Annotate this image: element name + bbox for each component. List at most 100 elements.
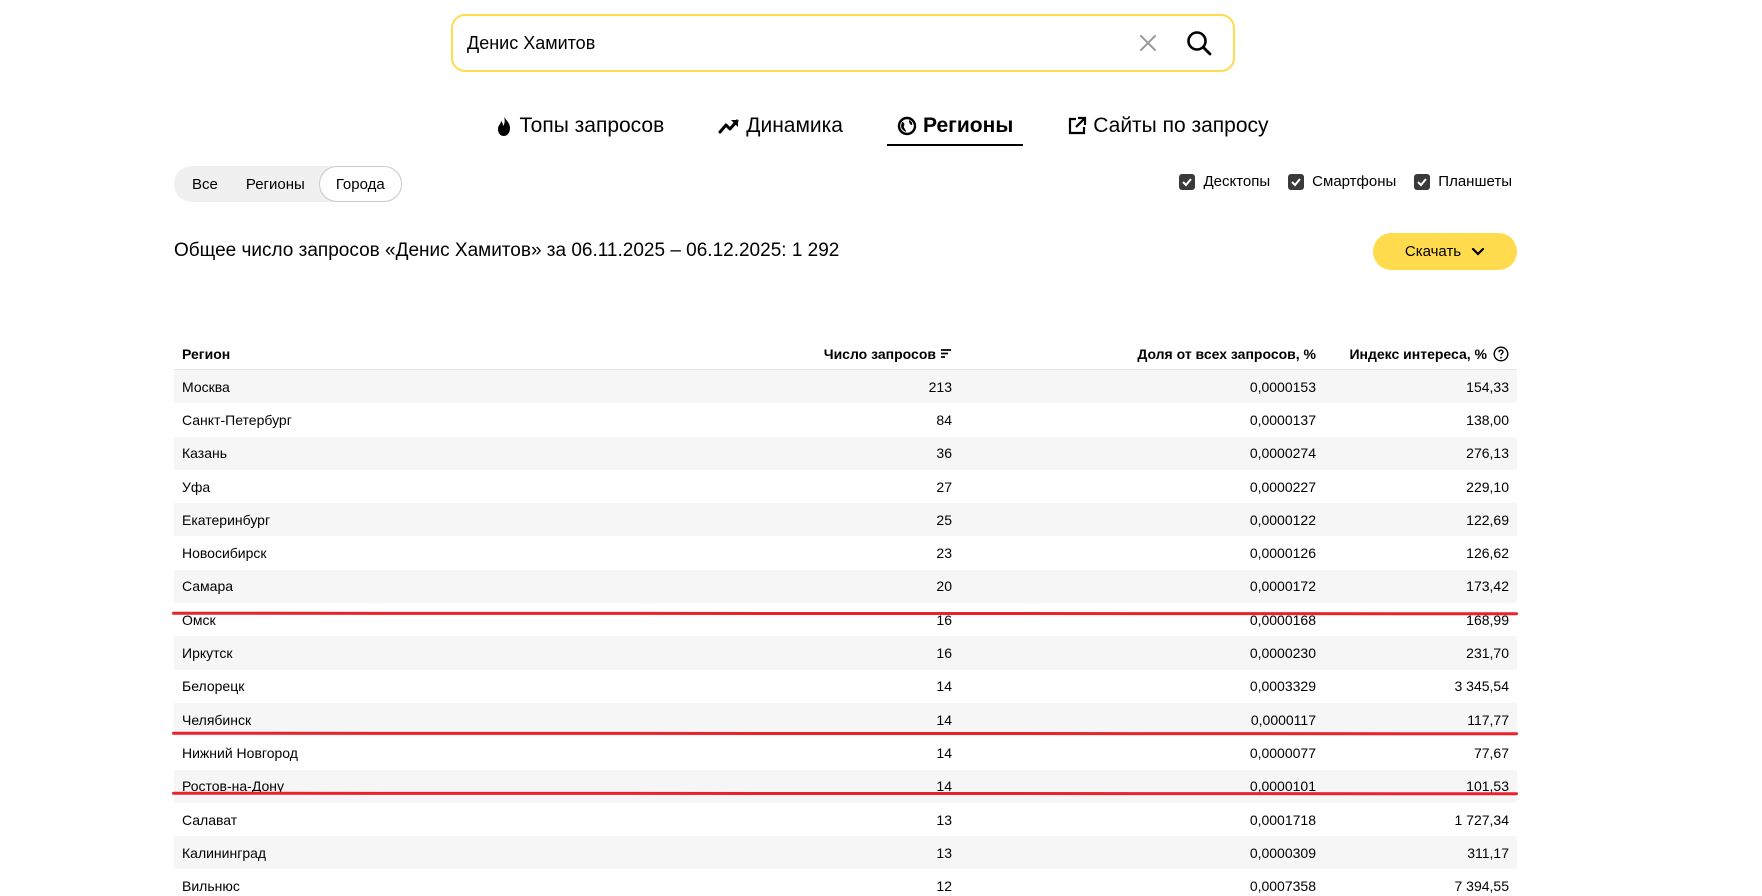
cell-region: Новосибирск: [182, 545, 267, 562]
checkbox-checked-icon: [1179, 173, 1196, 190]
cell-share: 0,0000153: [1249, 378, 1316, 395]
globe-icon: [897, 116, 917, 136]
search-button[interactable]: [1179, 23, 1219, 63]
tab-sites[interactable]: Сайты по запросу: [1057, 110, 1278, 145]
checkbox-checked-icon: [1288, 173, 1305, 190]
cell-index: 276,13: [1466, 445, 1509, 462]
fire-icon: [498, 116, 511, 136]
cell-share: 0,0000230: [1249, 645, 1316, 662]
table-row: Иркутск 16 0,0000230 231,70: [174, 636, 1517, 670]
cell-count: 14: [936, 744, 952, 761]
segment-cities[interactable]: Города: [318, 166, 402, 202]
search-input[interactable]: [467, 16, 1131, 70]
table-row: Вильнюс 12 0,0007358 7 394,55: [174, 869, 1517, 896]
help-icon[interactable]: [1493, 345, 1509, 362]
table-row: Самара 20 0,0000172 173,42: [174, 569, 1517, 604]
download-button[interactable]: Скачать: [1373, 233, 1517, 270]
cell-index: 229,10: [1466, 478, 1509, 495]
cell-region: Иркутск: [182, 645, 233, 662]
search-box[interactable]: [451, 14, 1235, 72]
regions-table: Регион Число запросов Доля от всех запро…: [174, 338, 1517, 896]
header-share[interactable]: Доля от всех запросов, %: [960, 346, 1324, 362]
table-row: Калининград 13 0,0000309 311,17: [174, 836, 1517, 870]
cell-region: Москва: [182, 378, 230, 395]
cell-index: 3 345,54: [1454, 678, 1510, 695]
cell-region: Екатеринбург: [182, 511, 271, 528]
table-row: Ростов-на-Дону 14 0,0000101 101,53: [174, 769, 1517, 803]
tab-regions[interactable]: Регионы: [886, 110, 1024, 146]
table-row: Нижний Новгород 14 0,0000077 77,67: [174, 736, 1517, 769]
checkbox-label: Смартфоны: [1312, 173, 1397, 190]
cell-index: 7 394,55: [1454, 878, 1510, 895]
search-icon: [1187, 31, 1212, 56]
highlight-underline: [171, 731, 1519, 736]
tab-label: Сайты по запросу: [1093, 114, 1269, 137]
trend-icon: [718, 119, 739, 134]
table-row: Екатеринбург 25 0,0000122 122,69: [174, 503, 1517, 537]
total-queries-summary: Общее число запросов «Денис Хамитов» за …: [174, 240, 840, 261]
cell-share: 0,0000137: [1249, 411, 1316, 428]
segment-all[interactable]: Все: [178, 166, 232, 202]
cell-share: 0,0000227: [1249, 478, 1316, 495]
tab-top-queries[interactable]: Топы запросов: [485, 110, 674, 145]
cell-index: 117,77: [1467, 711, 1509, 728]
checkbox-tablets[interactable]: Планшеты: [1414, 173, 1512, 190]
checkbox-smartphones[interactable]: Смартфоны: [1288, 173, 1396, 190]
cell-index: 1 727,34: [1454, 811, 1510, 828]
table-row: Белорецк 14 0,0003329 3 345,54: [174, 670, 1517, 703]
cell-count: 27: [936, 478, 952, 495]
cell-share: 0,0000122: [1249, 511, 1316, 528]
tab-label: Топы запросов: [519, 114, 665, 137]
tabs-bar: Топы запросов Динамика Регионы Сайты по …: [0, 110, 1762, 146]
cell-region: Уфа: [182, 478, 211, 495]
cell-count: 84: [936, 411, 952, 428]
cell-count: 23: [936, 545, 952, 562]
header-index[interactable]: Индекс интереса, %: [1324, 346, 1517, 362]
cell-count: 14: [936, 678, 952, 695]
tab-dynamics[interactable]: Динамика: [708, 110, 853, 145]
cell-index: 126,62: [1466, 545, 1509, 562]
table-row: Уфа 27 0,0000227 229,10: [174, 470, 1517, 503]
cell-region: Санкт-Петербург: [182, 411, 292, 428]
cell-region: Самара: [182, 578, 234, 595]
cell-index: 173,42: [1466, 578, 1509, 595]
table-row: Новосибирск 23 0,0000126 126,62: [174, 536, 1517, 569]
cell-index: 154,33: [1466, 378, 1509, 395]
cell-share: 0,0001718: [1249, 811, 1316, 828]
table-row: Салават 13 0,0001718 1 727,34: [174, 803, 1517, 836]
cell-share: 0,0000172: [1249, 578, 1316, 595]
table-row: Омск 16 0,0000168 168,99: [174, 603, 1517, 636]
segment-regions[interactable]: Регионы: [232, 166, 319, 202]
cell-share: 0,0000309: [1249, 844, 1316, 861]
table-row: Казань 36 0,0000274 276,13: [174, 436, 1517, 470]
cell-count: 16: [936, 645, 952, 662]
cell-region: Вильнюс: [182, 878, 240, 895]
table-header: Регион Число запросов Доля от всех запро…: [174, 338, 1517, 370]
cell-count: 20: [936, 578, 952, 595]
cell-count: 13: [936, 811, 952, 828]
table-body: Москва 213 0,0000153 154,33 Санкт-Петербург 8…: [174, 370, 1517, 896]
cell-share: 0,0000126: [1249, 545, 1316, 562]
tab-label: Динамика: [746, 114, 843, 137]
close-icon: [1140, 35, 1156, 51]
region-type-switch: Все Регионы Города: [174, 166, 402, 202]
cell-region: Салават: [182, 811, 238, 828]
checkbox-label: Планшеты: [1438, 173, 1512, 190]
clear-button[interactable]: [1131, 26, 1165, 60]
chevron-down-icon: [1472, 247, 1485, 256]
cell-share: 0,0000117: [1250, 711, 1316, 728]
header-region[interactable]: Регион: [174, 346, 594, 362]
device-filters: Десктопы Смартфоны Планшеты: [1179, 173, 1512, 190]
checkbox-label: Десктопы: [1203, 173, 1271, 190]
cell-count: 14: [936, 711, 952, 728]
cell-index: 231,70: [1466, 645, 1509, 662]
checkbox-desktops[interactable]: Десктопы: [1179, 173, 1270, 190]
cell-region: Калининград: [182, 844, 267, 861]
table-row: Москва 213 0,0000153 154,33: [174, 370, 1517, 404]
cell-index: 311,17: [1467, 844, 1509, 861]
header-count[interactable]: Число запросов: [594, 346, 960, 362]
table-row: Санкт-Петербург 84 0,0000137 138,00: [174, 403, 1517, 436]
cell-share: 0,0007358: [1249, 878, 1316, 895]
cell-index: 122,69: [1466, 511, 1509, 528]
header-index-label: Индекс интереса, %: [1349, 345, 1487, 362]
